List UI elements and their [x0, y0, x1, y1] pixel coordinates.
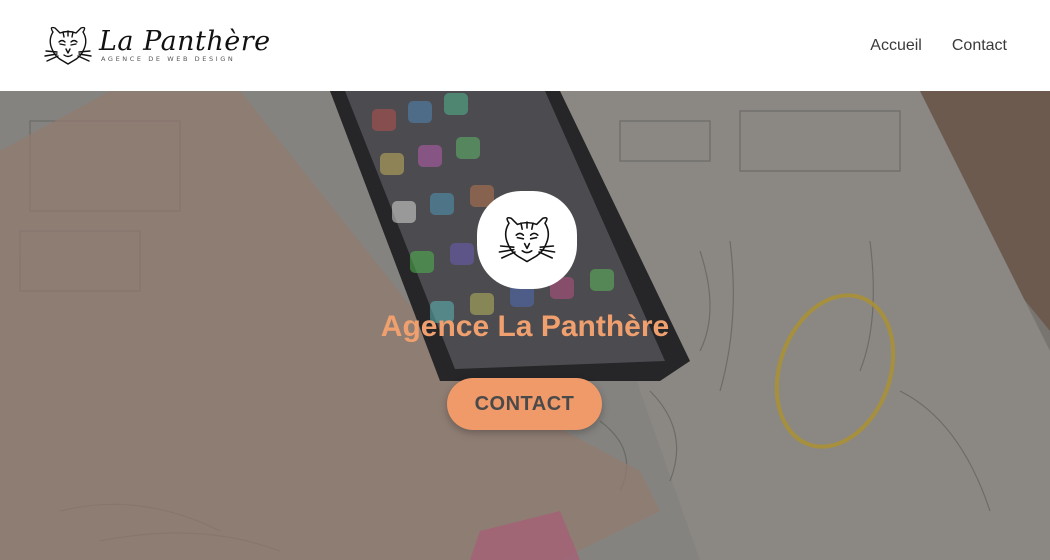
nav-link-contact[interactable]: Contact [952, 37, 1007, 55]
nav-link-accueil[interactable]: Accueil [870, 37, 922, 55]
brand-name: La Panthère [99, 25, 271, 57]
brand-home-link[interactable]: La Panthère AGENCE DE WEB DESIGN [43, 24, 270, 68]
main-nav: Accueil Contact [870, 37, 1007, 55]
brand-tagline: AGENCE DE WEB DESIGN [101, 54, 236, 63]
hero-emblem [477, 191, 577, 289]
hero-content: Agence La Panthère CONTACT [0, 91, 1050, 560]
panther-head-icon [44, 26, 92, 65]
hero-section: Agence La Panthère CONTACT [0, 91, 1050, 560]
brand-text: La Panthère AGENCE DE WEB DESIGN [99, 24, 270, 68]
panther-head-icon [498, 217, 556, 263]
hero-title: Agence La Panthère [380, 310, 670, 343]
contact-button[interactable]: CONTACT [447, 378, 602, 430]
site-header: La Panthère AGENCE DE WEB DESIGN Accueil… [0, 0, 1050, 91]
